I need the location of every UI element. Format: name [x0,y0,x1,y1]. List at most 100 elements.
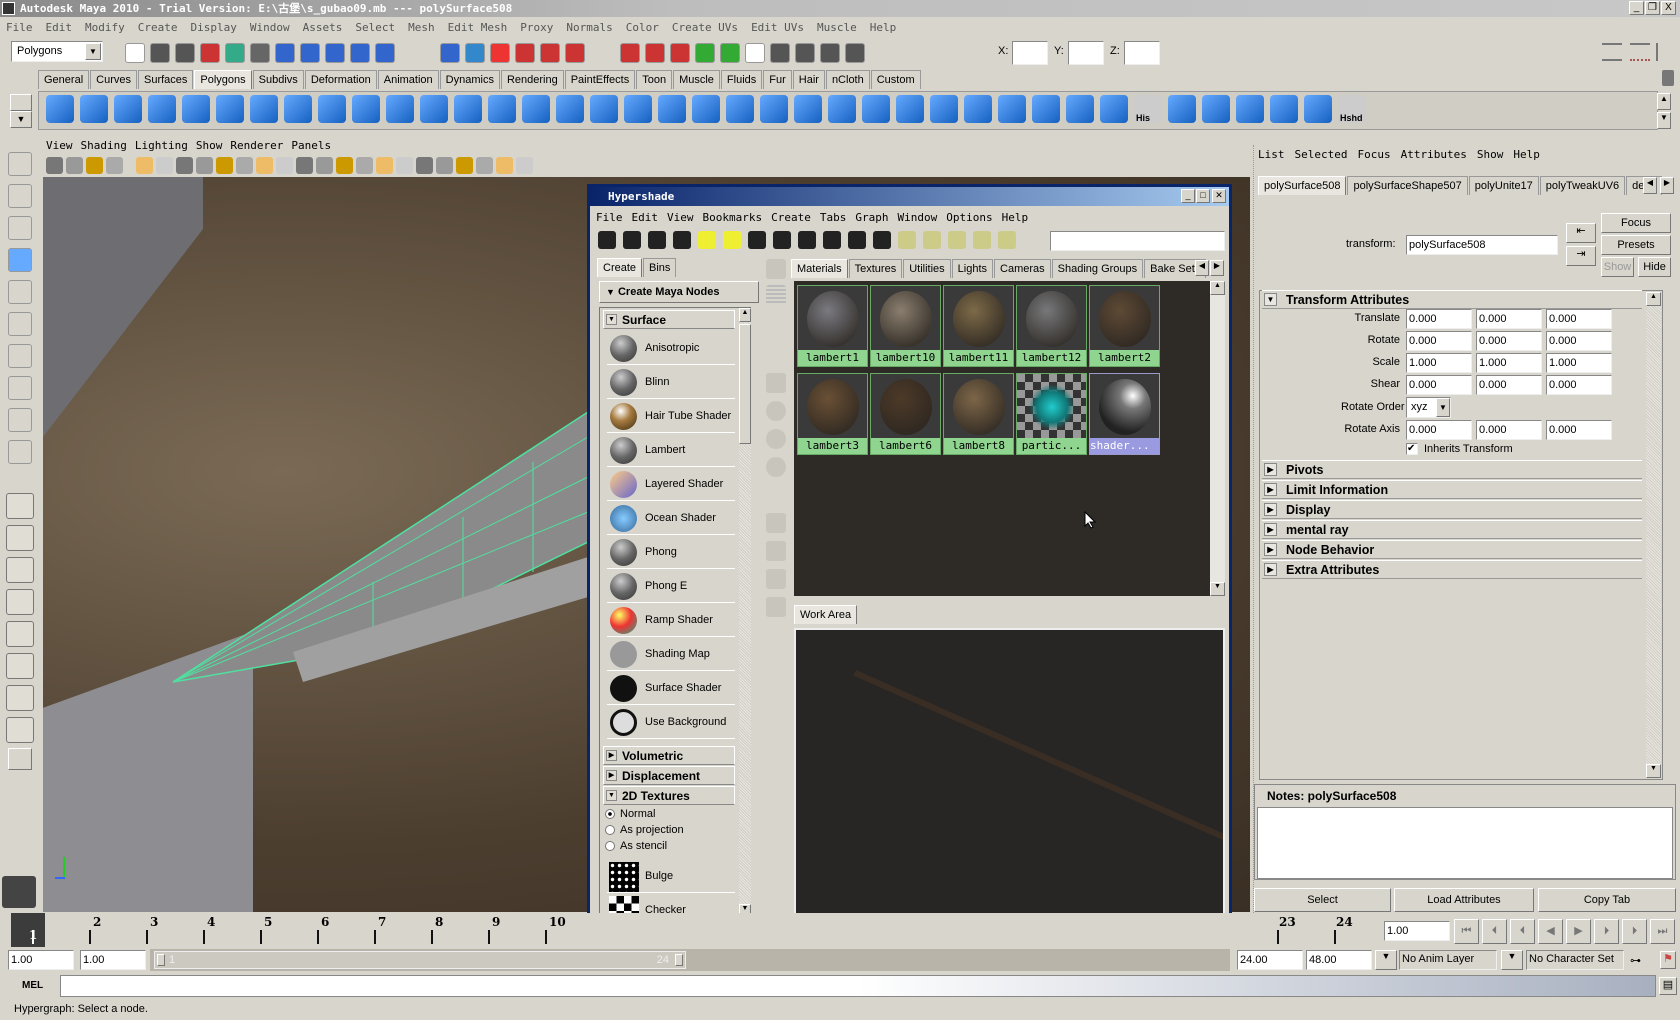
menu-create[interactable]: Create [138,18,178,37]
panel-tool-15-icon[interactable] [336,157,353,174]
snap-curve-icon[interactable] [300,43,320,63]
end-time-input[interactable] [1306,950,1372,970]
shelf-tab-animation[interactable]: Animation [377,70,439,89]
poly-torus-icon[interactable] [216,95,244,123]
graph-layout-b-icon[interactable] [923,231,941,249]
forward-icon[interactable] [723,231,741,249]
panel-tool-12-icon[interactable] [276,157,293,174]
tab-utilities[interactable]: Utilities [903,259,951,278]
close-button[interactable]: X [1661,1,1676,15]
command-line-input[interactable] [60,975,1656,997]
offset-loop-icon[interactable] [624,95,652,123]
tab-scroll-left[interactable]: ◀ [1643,177,1657,194]
auto-key-icon[interactable]: ⊶ [1630,954,1654,967]
menu-window[interactable]: Window [250,18,290,37]
side-by-side-layout-icon[interactable] [6,557,34,583]
booleans-icon[interactable] [420,95,448,123]
panel-tool-13-icon[interactable] [296,157,313,174]
magnet-d-icon[interactable] [645,43,665,63]
y-input[interactable] [1068,41,1104,65]
select-object-icon[interactable] [225,43,245,63]
node-phong-e[interactable]: Phong E [607,570,735,603]
rotate-x-field[interactable]: 0.000 [1406,331,1472,351]
sort-time-icon[interactable] [766,569,786,589]
scroll-up-button[interactable]: ▲ [1646,292,1661,306]
ae-tab-polyunite17[interactable]: polyUnite17 [1468,176,1539,195]
ae-menu-show[interactable]: Show [1477,147,1504,163]
graph-icon[interactable] [766,259,786,279]
transform-name-input[interactable] [1406,235,1558,255]
magnet-b-icon[interactable] [565,43,585,63]
menu-assets[interactable]: Assets [303,18,343,37]
uv-spherical-icon[interactable] [1032,95,1060,123]
anim-layer-field[interactable]: No Anim Layer [1399,950,1497,970]
bridge-icon[interactable] [726,95,754,123]
poke-icon[interactable] [862,95,890,123]
panel-tool-5-icon[interactable] [136,157,153,174]
list-icon[interactable] [766,285,786,305]
snap-grid-icon[interactable] [275,43,295,63]
ipr-icon[interactable] [490,43,510,63]
snap-view-plane-icon[interactable] [350,43,370,63]
scale-x-field[interactable]: 1.000 [1406,353,1472,373]
sort-reverse-icon[interactable] [766,597,786,617]
output-connections-icon[interactable] [873,231,891,249]
uv-cylindrical-icon[interactable] [998,95,1026,123]
reduce-b-icon[interactable] [1304,95,1332,123]
render-globals-icon[interactable] [845,43,865,63]
go-to-input-icon[interactable]: ⇤ [1566,223,1596,243]
graph-layout-icon[interactable] [6,621,34,647]
shear-y-field[interactable]: 0.000 [1476,375,1542,395]
sort-type-icon[interactable] [766,541,786,561]
hypershade-menu-edit[interactable]: Edit [632,209,659,226]
panel-menu-renderer[interactable]: Renderer [230,137,283,154]
restore-button[interactable]: ❐ [1645,1,1660,15]
section-displacement[interactable]: ▶ Displacement [603,766,735,785]
material-swatch-lambert11[interactable]: lambert11 [943,285,1014,367]
his-icon[interactable]: His [1134,95,1162,123]
hypershade-menu-graph[interactable]: Graph [855,209,888,226]
shelf-tab-rendering[interactable]: Rendering [500,70,564,89]
input-ops-icon[interactable] [695,43,715,63]
scale-z-field[interactable]: 1.000 [1546,353,1612,373]
minimize-button[interactable]: _ [1181,189,1195,203]
combine-icon[interactable] [318,95,346,123]
sphere-swatch-icon[interactable] [766,373,786,393]
panel-tool-11-icon[interactable] [256,157,273,174]
z-input[interactable] [1124,41,1160,65]
split-icon[interactable] [556,95,584,123]
panel-tool-17-icon[interactable] [376,157,393,174]
select-hierarchy-icon[interactable] [200,43,220,63]
render-icon[interactable] [465,43,485,63]
fill-hole-icon[interactable] [692,95,720,123]
reduce-a-icon[interactable] [1270,95,1298,123]
select-component-icon[interactable] [250,43,270,63]
playback-end-input[interactable] [1237,950,1303,970]
translate-z-field[interactable]: 0.000 [1546,309,1612,329]
shear-z-field[interactable]: 0.000 [1546,375,1612,395]
menu-proxy[interactable]: Proxy [520,18,553,37]
rotate-y-field[interactable]: 0.000 [1476,331,1542,351]
poly-cone-icon[interactable] [148,95,176,123]
open-scene-icon[interactable] [150,43,170,63]
insert-loop-icon[interactable] [590,95,618,123]
tab-work-area[interactable]: Work Area [794,605,858,624]
hypershade-menu-window[interactable]: Window [897,209,937,226]
render-settings-icon[interactable] [515,43,535,63]
scroll-up-button[interactable]: ▲ [1210,281,1225,295]
panel-tool-10-icon[interactable] [236,157,253,174]
node-bulge[interactable]: Bulge [607,860,735,893]
shear-x-field[interactable]: 0.000 [1406,375,1472,395]
collapse-icon[interactable] [973,231,991,249]
rotate-tool-icon[interactable] [8,280,32,304]
go-to-output-icon[interactable]: ⇥ [1566,246,1596,266]
tab-shading-groups[interactable]: Shading Groups [1051,259,1144,278]
shelf-tab-muscle[interactable]: Muscle [673,70,720,89]
show-channel-box-icon[interactable] [1602,43,1622,61]
hypershade-menu-bookmarks[interactable]: Bookmarks [703,209,763,226]
checkbox-checked-icon[interactable]: ✔ [1406,443,1418,455]
surface-section-header[interactable]: ▼ Surface [603,310,735,329]
ae-tab-polysurface508[interactable]: polySurface508 [1258,176,1347,195]
shelf-tab-deformation[interactable]: Deformation [304,70,377,89]
playback-start-input[interactable] [80,950,146,970]
